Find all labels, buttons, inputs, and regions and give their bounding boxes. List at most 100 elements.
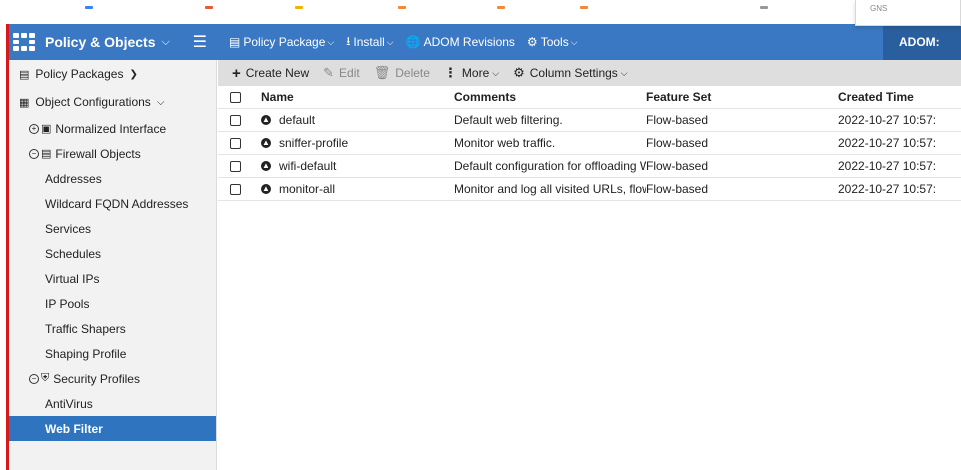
sidebar-item-web-filter[interactable]: Web Filter bbox=[9, 416, 216, 441]
web-filter-table: Name Comments Feature Set Created Time ▲… bbox=[218, 86, 961, 201]
adom-revisions-button[interactable]: 🌐 ADOM Revisions bbox=[406, 35, 515, 49]
sidebar-item-label: Policy Packages bbox=[35, 67, 124, 81]
sidebar-item-antivirus[interactable]: AntiVirus bbox=[9, 391, 216, 416]
chevron-down-icon: ⌵ bbox=[570, 36, 578, 47]
collapse-icon[interactable]: − bbox=[29, 373, 39, 384]
row-name: monitor-all bbox=[279, 182, 336, 196]
row-comments: Default configuration for offloading WiF… bbox=[454, 159, 646, 173]
sidebar-item-object-configurations[interactable]: ▦ Object Configurations ⌵ bbox=[9, 88, 216, 116]
column-header-feature-set[interactable]: Feature Set bbox=[646, 90, 838, 104]
policy-package-menu[interactable]: ▤ Policy Package ⌵ bbox=[229, 35, 334, 49]
sidebar-item-addresses[interactable]: Addresses bbox=[9, 166, 216, 191]
row-created-time: 2022-10-27 10:57: bbox=[838, 159, 937, 173]
sidebar-item-firewall-objects[interactable]: − ▤ Firewall Objects bbox=[9, 141, 216, 166]
sidebar-item-label: Traffic Shapers bbox=[45, 321, 126, 336]
sidebar-item-label: Services bbox=[45, 221, 92, 236]
adom-selector[interactable]: ADOM: bbox=[883, 24, 961, 60]
table-row[interactable]: ▲ default Default web filtering. Flow-bas… bbox=[218, 109, 961, 132]
hamburger-icon[interactable]: ☰ bbox=[193, 32, 207, 52]
sidebar-item-label: Wildcard FQDN Addresses bbox=[45, 196, 189, 211]
row-checkbox[interactable] bbox=[229, 160, 241, 172]
sidebar-item-label: Firewall Objects bbox=[55, 146, 141, 161]
sidebar-item-label: Normalized Interface bbox=[55, 121, 167, 136]
sidebar-item-traffic-shapers[interactable]: Traffic Shapers bbox=[9, 316, 216, 341]
chevron-down-icon: ⌵ bbox=[386, 36, 394, 47]
sidebar-item-services[interactable]: Services bbox=[9, 216, 216, 241]
collapse-icon[interactable]: − bbox=[29, 148, 39, 159]
chevron-down-icon: ⌵ bbox=[156, 96, 165, 108]
bookmark-icon[interactable] bbox=[295, 6, 303, 9]
create-new-label: Create New bbox=[245, 66, 310, 80]
popup-text: GNS bbox=[870, 4, 888, 13]
edit-button[interactable]: ✎ Edit bbox=[323, 65, 360, 81]
install-menu[interactable]: ⭳ Install ⌵ bbox=[346, 32, 393, 53]
row-name: default bbox=[279, 113, 316, 127]
sidebar-item-ip-pools[interactable]: IP Pools bbox=[9, 291, 216, 316]
expand-icon[interactable]: + bbox=[29, 123, 39, 134]
sidebar-item-normalized-interface[interactable]: + ▣ Normalized Interface bbox=[9, 116, 216, 141]
sidebar-item-virtual-ips[interactable]: Virtual IPs bbox=[9, 266, 216, 291]
sidebar-item-label: Shaping Profile bbox=[45, 346, 127, 361]
sidebar-item-wildcard-fqdn-addresses[interactable]: Wildcard FQDN Addresses bbox=[9, 191, 216, 216]
sidebar-item-label: Object Configurations bbox=[35, 95, 151, 109]
row-checkbox[interactable] bbox=[229, 183, 241, 195]
create-new-button[interactable]: + Create New bbox=[232, 65, 309, 82]
sidebar-item-label: Schedules bbox=[45, 246, 102, 261]
sidebar-item-label: Security Profiles bbox=[53, 371, 140, 386]
interface-icon: ▣ bbox=[41, 123, 52, 135]
bookmark-icon[interactable] bbox=[580, 6, 588, 9]
column-header-comments[interactable]: Comments bbox=[454, 90, 646, 104]
policy-package-icon: ▤ bbox=[19, 68, 30, 81]
browser-popup: GNS bbox=[855, 0, 961, 26]
table-header: Name Comments Feature Set Created Time bbox=[218, 86, 961, 109]
profile-icon: ▲ bbox=[261, 184, 271, 194]
table-icon: ▦ bbox=[19, 96, 30, 109]
column-settings-menu[interactable]: ⚙ Column Settings ⌵ bbox=[513, 65, 628, 81]
top-navigation-bar: Policy & Objects ⌵ ☰ ▤ Policy Package ⌵ … bbox=[9, 24, 961, 60]
sidebar-item-label: Addresses bbox=[45, 171, 102, 186]
table-row[interactable]: ▲ sniffer-profile Monitor web traffic. Fl… bbox=[218, 132, 961, 155]
sidebar-item-label: Virtual IPs bbox=[45, 271, 100, 286]
table-row[interactable]: ▲ monitor-all Monitor and log all visited… bbox=[218, 178, 961, 201]
tools-menu[interactable]: ⚙ Tools ⌵ bbox=[527, 35, 578, 49]
column-header-created-time[interactable]: Created Time bbox=[838, 90, 961, 104]
more-menu[interactable]: ⋮ More ⌵ bbox=[444, 65, 499, 81]
row-feature-set: Flow-based bbox=[646, 136, 709, 150]
tools-label: Tools bbox=[540, 35, 569, 49]
profile-icon: ▲ bbox=[261, 115, 271, 125]
bookmark-icon[interactable] bbox=[398, 6, 406, 9]
adom-revisions-label: ADOM Revisions bbox=[423, 35, 515, 49]
bookmark-icon[interactable] bbox=[205, 6, 213, 9]
row-checkbox[interactable] bbox=[229, 114, 241, 126]
shield-icon: ⛨ bbox=[41, 372, 50, 384]
action-toolbar: + Create New ✎ Edit 🗑 Delete ⋮ More ⌵ ⚙ … bbox=[218, 60, 961, 86]
adom-label: ADOM: bbox=[899, 35, 940, 49]
edit-icon: ✎ bbox=[323, 65, 335, 80]
select-all-checkbox[interactable] bbox=[229, 91, 241, 103]
app-menu[interactable]: Policy & Objects ⌵ ☰ bbox=[9, 24, 217, 60]
policy-package-icon: ▤ bbox=[229, 35, 241, 49]
browser-toolbar-strip bbox=[0, 0, 961, 24]
row-feature-set: Flow-based bbox=[646, 113, 709, 127]
chevron-down-icon: ⌵ bbox=[161, 35, 170, 48]
column-header-name[interactable]: Name bbox=[252, 90, 454, 104]
sidebar-item-policy-packages[interactable]: ▤ Policy Packages ❯ bbox=[9, 60, 216, 88]
sidebar-item-shaping-profile[interactable]: Shaping Profile bbox=[9, 341, 216, 366]
profile-icon: ▲ bbox=[261, 161, 271, 171]
table-row[interactable]: ▲ wifi-default Default configuration for … bbox=[218, 155, 961, 178]
more-vertical-icon: ⋮ bbox=[443, 65, 457, 80]
chevron-down-icon: ⌵ bbox=[492, 67, 500, 78]
sidebar-item-schedules[interactable]: Schedules bbox=[9, 241, 216, 266]
window-edge bbox=[0, 24, 9, 470]
column-settings-icon: ⚙ bbox=[513, 65, 525, 80]
row-checkbox[interactable] bbox=[229, 137, 241, 149]
grid-icon bbox=[13, 33, 35, 51]
bookmark-icon[interactable] bbox=[760, 6, 768, 9]
bookmark-icon[interactable] bbox=[497, 6, 505, 9]
edit-label: Edit bbox=[339, 66, 360, 80]
delete-button[interactable]: 🗑 Delete bbox=[374, 65, 430, 81]
bookmark-icon[interactable] bbox=[85, 6, 93, 9]
sidebar-item-security-profiles[interactable]: − ⛨ Security Profiles bbox=[9, 366, 216, 391]
install-label: Install bbox=[353, 35, 385, 49]
sidebar: ▤ Policy Packages ❯ ▦ Object Configurati… bbox=[9, 60, 217, 470]
